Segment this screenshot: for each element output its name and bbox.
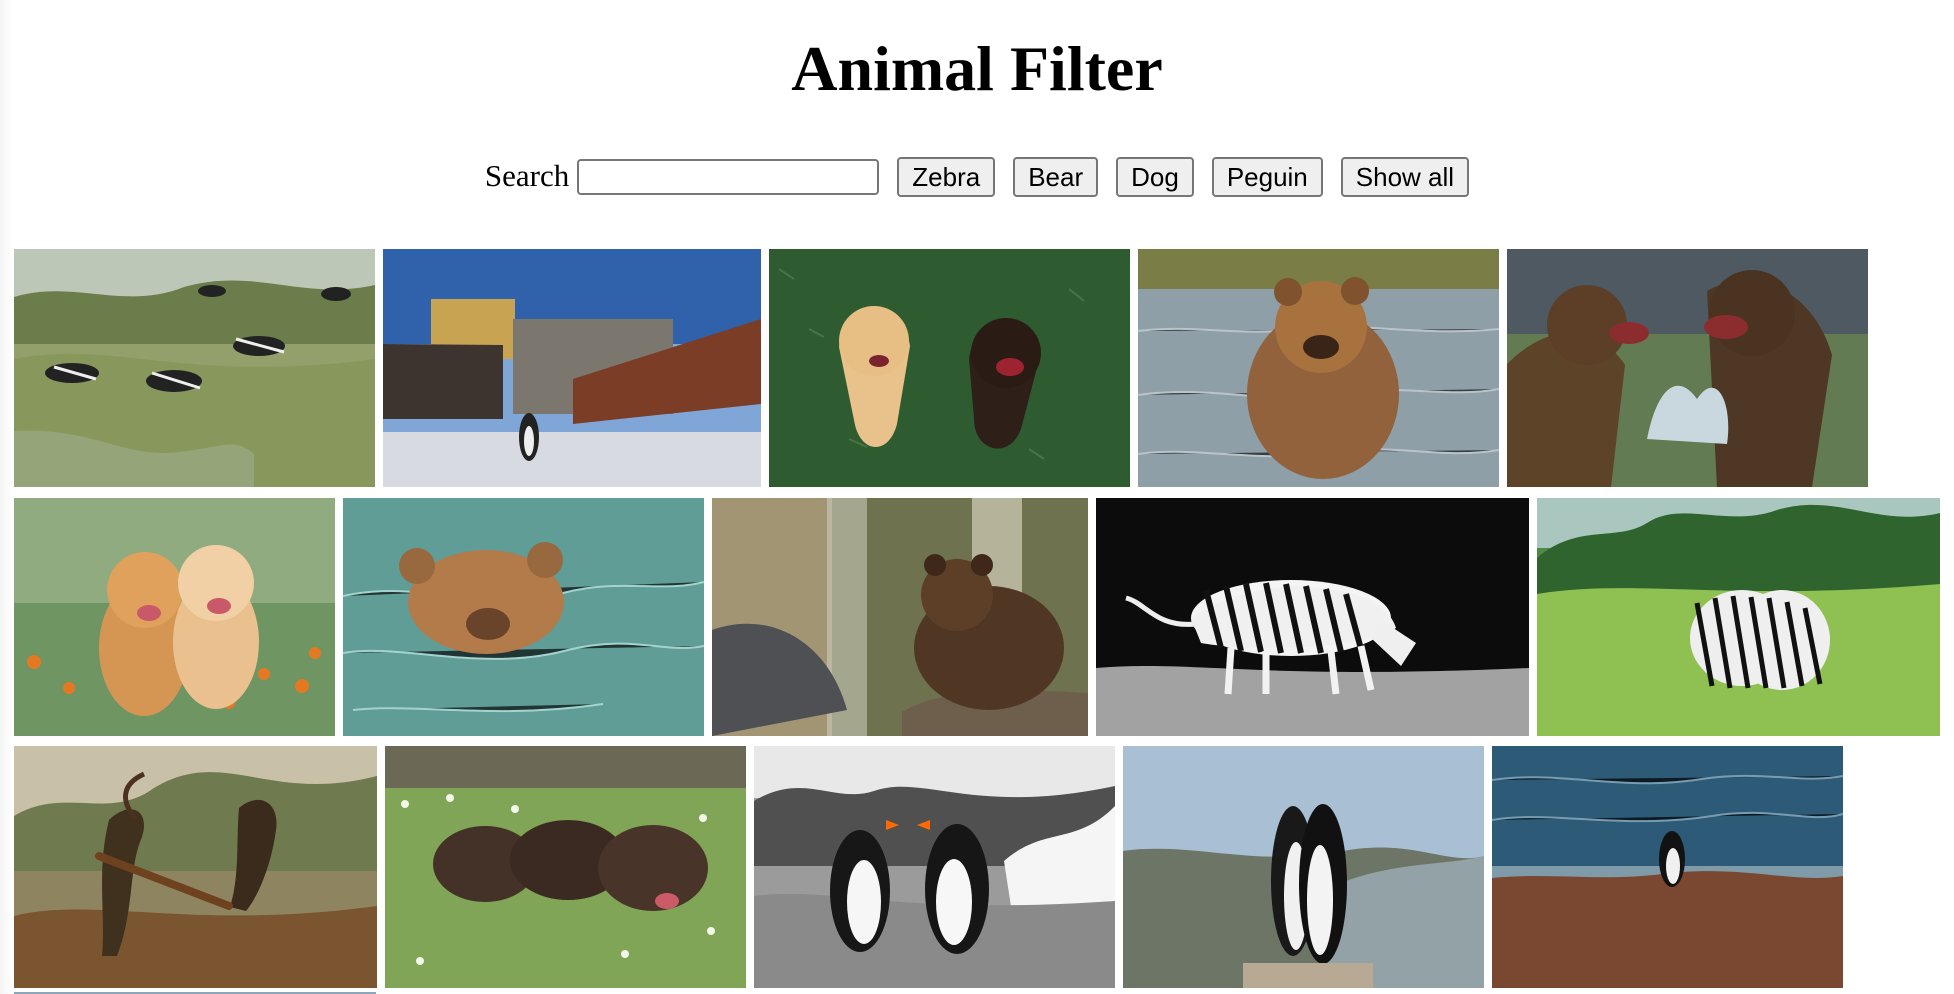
fighting-bears-photo (1507, 249, 1868, 487)
dogs-stick-image[interactable] (14, 746, 377, 988)
puppies-flowers-image[interactable] (14, 498, 335, 736)
puppies-flowers-photo (14, 498, 335, 736)
penguin-sea-photo (1492, 746, 1843, 988)
page-title: Animal Filter (791, 33, 1163, 104)
sleeping-puppies-image[interactable] (385, 746, 746, 988)
kissing-penguins-image[interactable] (1123, 746, 1484, 988)
filter-controls: Search Zebra Bear Dog Peguin Show all (0, 156, 1954, 198)
penguin-town-photo (383, 249, 761, 487)
sleeping-puppies-photo (385, 746, 746, 988)
penguins-rocks-photo (754, 746, 1115, 988)
penguin-sea-image[interactable] (1492, 746, 1843, 988)
bear-filter-button[interactable]: Bear (1013, 157, 1099, 197)
penguin-town-image[interactable] (383, 249, 761, 487)
zebra-herd-photo (14, 249, 375, 487)
zebra-herd-image[interactable] (14, 249, 375, 487)
two-dogs-image[interactable] (769, 249, 1130, 487)
kissing-penguins-photo (1123, 746, 1484, 988)
penguins-rocks-image[interactable] (754, 746, 1115, 988)
bear-in-river-photo (1138, 249, 1499, 487)
bear-zoo-photo (712, 498, 1088, 736)
search-input[interactable] (577, 159, 880, 195)
two-dogs-photo (769, 249, 1130, 487)
two-zebras-image[interactable] (1537, 498, 1940, 736)
animal-filter-page: Animal Filter Search Zebra Bear Dog Pegu… (0, 0, 1954, 994)
dogs-stick-photo (14, 746, 377, 988)
two-zebras-photo (1537, 498, 1940, 736)
swimming-bear-photo (343, 498, 704, 736)
fighting-bears-image[interactable] (1507, 249, 1868, 487)
zebra-filter-button[interactable]: Zebra (897, 157, 996, 197)
swimming-bear-image[interactable] (343, 498, 704, 736)
penguin-filter-button[interactable]: Peguin (1211, 157, 1323, 197)
zebra-dark-image[interactable] (1096, 498, 1529, 736)
left-scroll-edge (0, 0, 12, 994)
bear-in-river-image[interactable] (1138, 249, 1499, 487)
show-all-button[interactable]: Show all (1340, 157, 1470, 197)
search-label: Search (484, 157, 570, 193)
zebra-dark-photo (1096, 498, 1529, 736)
bear-zoo-image[interactable] (712, 498, 1088, 736)
dog-filter-button[interactable]: Dog (1116, 157, 1194, 197)
